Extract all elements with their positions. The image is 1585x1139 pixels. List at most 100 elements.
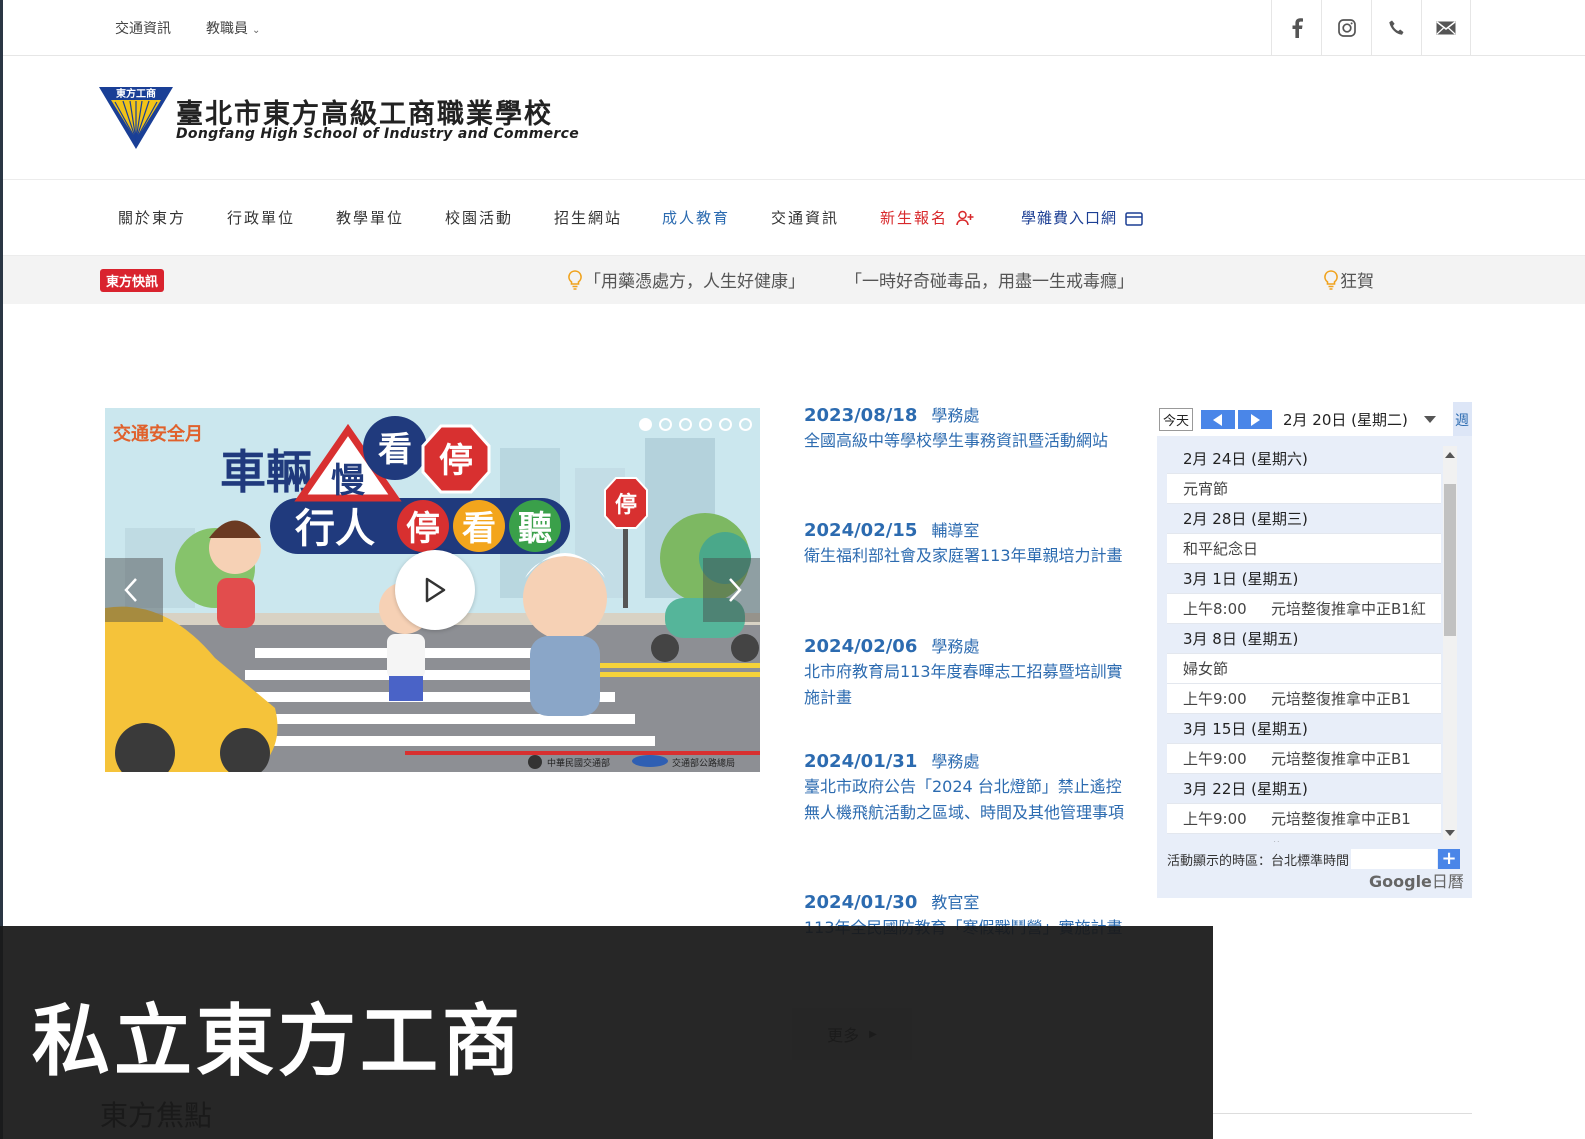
- facebook-icon: [1292, 18, 1303, 38]
- ticker-badge: 東方快訊: [100, 269, 165, 292]
- slider-next-button[interactable]: [703, 558, 760, 622]
- slide-headline-stop-2: 停: [406, 509, 440, 549]
- news-meta: 2024/02/15 輔導室: [804, 517, 1124, 541]
- news-title[interactable]: 臺北市政府公告「2024 台北燈節」禁止遙控無人機飛航活動之區域、時間及其他管理…: [804, 774, 1124, 826]
- nav-item-registration[interactable]: 新生報名: [880, 207, 974, 230]
- tuition-label: 學雜費入口網: [1021, 209, 1118, 227]
- news-ticker: 東方快訊 「用藥憑處方，人生好健康」 「一時好奇碰毒品，用盡一生戒毒癮」 狂賀: [3, 256, 1585, 304]
- slider-dot[interactable]: [679, 418, 692, 431]
- calendar-event-title: 元培整復推拿中正B1: [1271, 690, 1411, 708]
- scroll-down-icon[interactable]: [1445, 830, 1455, 836]
- calendar-event[interactable]: 上午8:00 元培整復推拿中正B1紅: [1167, 594, 1441, 624]
- nav-item-about[interactable]: 關於東方: [118, 207, 186, 228]
- ticker-item[interactable]: 「用藥憑處方，人生好健康」: [568, 267, 805, 292]
- main-nav: 關於東方 行政單位 教學單位 校園活動 招生網站 成人教育 交通資訊 新生報名 …: [3, 180, 1585, 256]
- calendar-add-button[interactable]: +: [1438, 849, 1460, 869]
- hero-slider[interactable]: 車輛 慢 看 停 行人 停 看 聽 停 交通安全月 中華民國交通部 交通部公路總…: [105, 408, 760, 772]
- scroll-up-icon[interactable]: [1445, 452, 1455, 458]
- slider-dot[interactable]: [639, 418, 652, 431]
- google-calendar-brand[interactable]: Google日曆: [1369, 868, 1464, 892]
- video-play-button[interactable]: [395, 550, 475, 630]
- slide-headline-look: 看: [378, 430, 412, 470]
- brand-google: Google: [1369, 872, 1432, 891]
- calendar-timezone-note: 活動顯示的時區：台北標準時間: [1167, 854, 1350, 869]
- slider-dot[interactable]: [659, 418, 672, 431]
- news-item[interactable]: 2024/02/06 學務處 北市府教育局113年度春暉志工招募暨培訓實施計畫: [804, 633, 1124, 711]
- slider-dot[interactable]: [739, 418, 752, 431]
- calendar-event[interactable]: 元宵節: [1167, 474, 1441, 504]
- nav-item-transport[interactable]: 交通資訊: [771, 207, 839, 228]
- calendar-scrollbar[interactable]: [1443, 446, 1457, 840]
- news-title[interactable]: 全國高級中等學校學生事務資訊暨活動網站: [804, 428, 1124, 454]
- news-item[interactable]: 2024/01/31 學務處 臺北市政府公告「2024 台北燈節」禁止遙控無人機飛…: [804, 748, 1124, 826]
- staff-label: 教職員: [206, 21, 248, 37]
- nav-item-admin[interactable]: 行政單位: [227, 207, 295, 228]
- facebook-link[interactable]: [1271, 0, 1321, 56]
- instagram-icon: [1337, 19, 1356, 37]
- calendar-add-field: [1351, 849, 1437, 869]
- news-date: 2023/08/18: [804, 405, 918, 426]
- nav-item-teaching[interactable]: 教學單位: [336, 207, 404, 228]
- news-item[interactable]: 2024/02/15 輔導室 衛生福利部社會及家庭署113年單親培力計畫: [804, 517, 1124, 569]
- calendar-event[interactable]: 和平紀念日: [1167, 534, 1441, 564]
- news-title[interactable]: 衛生福利部社會及家庭署113年單親培力計畫: [804, 543, 1124, 569]
- calendar-next-button[interactable]: [1238, 410, 1272, 429]
- news-date: 2024/02/15: [804, 520, 918, 541]
- ticker-item[interactable]: 狂賀: [1324, 267, 1374, 292]
- calendar-event-time: 上午9:00: [1183, 810, 1247, 828]
- news-dept: 學務處: [931, 406, 980, 425]
- news-item[interactable]: 2023/08/18 學務處 全國高級中等學校學生事務資訊暨活動網站: [804, 402, 1124, 454]
- calendar-event-title: 元宵節: [1183, 480, 1229, 498]
- calendar-event-title: 和平紀念日: [1183, 540, 1259, 558]
- credit-card-icon: [1125, 212, 1143, 230]
- slide-headline-vehicle: 車輛: [220, 445, 312, 499]
- news-meta: 2024/01/31 學務處: [804, 748, 1124, 772]
- calendar-day-header: 2月 28日 (星期三): [1167, 504, 1441, 534]
- calendar-event[interactable]: 婦女節: [1167, 654, 1441, 684]
- nav-item-admissions[interactable]: 招生網站: [554, 207, 622, 228]
- nav-item-adult-education[interactable]: 成人教育: [662, 207, 730, 228]
- calendar-event[interactable]: 上午9:00 元培整復推拿中正B1: [1167, 804, 1441, 834]
- calendar-day-label: 2月 24日 (星期六): [1183, 450, 1308, 468]
- calendar-tab-week[interactable]: 週: [1453, 402, 1472, 436]
- calendar-prev-button[interactable]: [1201, 410, 1235, 429]
- brand-calendar: 日曆: [1431, 872, 1464, 891]
- lightbulb-icon: [568, 270, 582, 290]
- ticker-item-text: 「一時好奇碰毒品，用盡一生戒毒癮」: [845, 272, 1134, 292]
- slider-dot[interactable]: [719, 418, 732, 431]
- calendar-day-header: 3月 8日 (星期五): [1167, 624, 1441, 654]
- nav-item-tuition-portal[interactable]: 學雜費入口網: [1021, 207, 1143, 230]
- calendar-header: 今天 2月 20日 (星期二) 週: [1157, 402, 1472, 436]
- calendar-event[interactable]: 上午9:00 元培整復推拿中正B1: [1167, 684, 1441, 714]
- slider-prev-button[interactable]: [105, 558, 163, 622]
- mail-icon: [1436, 21, 1456, 35]
- calendar-event[interactable]: 上午9:00 元培整復推拿中正B1: [1167, 744, 1441, 774]
- calendar-today-button[interactable]: 今天: [1159, 408, 1194, 431]
- triangle-right-icon: [1251, 413, 1260, 426]
- calendar-event-title: 婦女節: [1183, 660, 1229, 678]
- calendar-day-header: 2月 24日 (星期六): [1167, 444, 1441, 474]
- instagram-link[interactable]: [1321, 0, 1371, 56]
- top-link-staff-dropdown[interactable]: 教職員 ⌄: [206, 18, 260, 38]
- calendar-current-date[interactable]: 2月 20日 (星期二): [1283, 409, 1408, 430]
- news-dept: 學務處: [931, 752, 980, 771]
- calendar-date-dropdown-icon[interactable]: [1424, 416, 1436, 423]
- school-logo-emblem[interactable]: 東方工商: [99, 86, 173, 154]
- nav-item-activities[interactable]: 校園活動: [445, 207, 513, 228]
- slider-dot[interactable]: [699, 418, 712, 431]
- phone-link[interactable]: [1371, 0, 1421, 56]
- calendar-day-label: 3月 22日 (星期五): [1183, 780, 1308, 798]
- calendar-day-header: 3月 15日 (星期五): [1167, 714, 1441, 744]
- scrollbar-thumb[interactable]: [1444, 484, 1456, 636]
- phone-icon: [1388, 20, 1403, 35]
- top-link-transport[interactable]: 交通資訊: [115, 18, 171, 38]
- news-title[interactable]: 北市府教育局113年度春暉志工招募暨培訓實施計畫: [804, 659, 1124, 711]
- emblem-text: 東方工商: [116, 87, 156, 100]
- news-meta: 2024/01/30 教官室: [804, 889, 1124, 913]
- ticker-item-text: 「用藥憑處方，人生好健康」: [584, 272, 805, 292]
- mail-link[interactable]: [1421, 0, 1471, 56]
- ticker-item[interactable]: 「一時好奇碰毒品，用盡一生戒毒癮」: [845, 267, 1134, 292]
- news-date: 2024/01/30: [804, 892, 918, 913]
- slide-stop-sign-text: 停: [615, 492, 637, 518]
- lightbulb-icon: [1324, 270, 1338, 290]
